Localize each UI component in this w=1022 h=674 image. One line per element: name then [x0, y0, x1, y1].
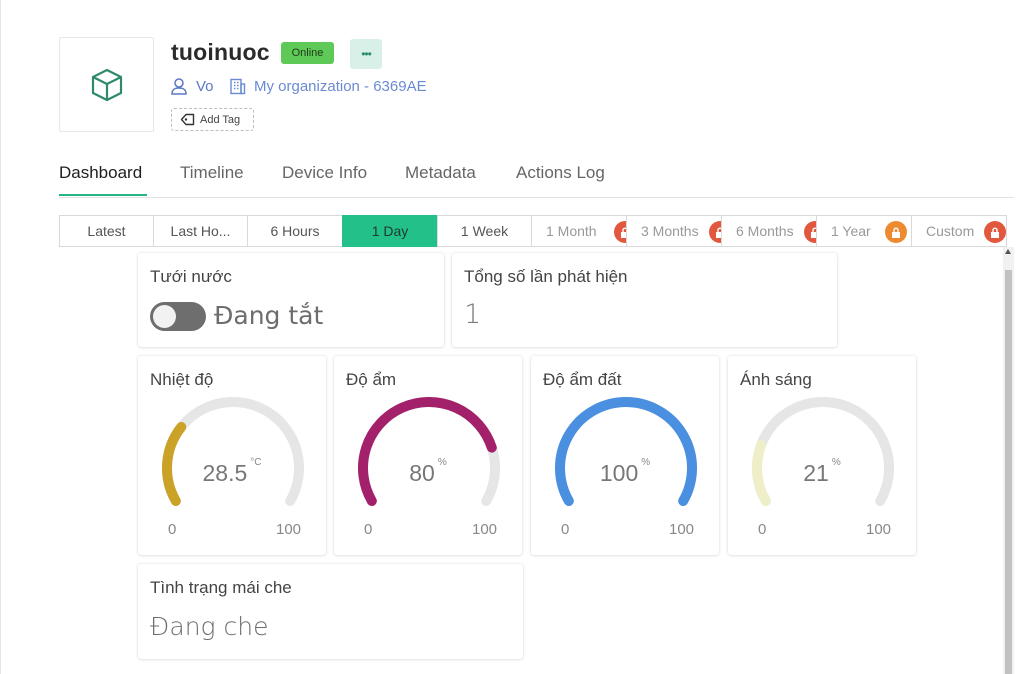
gauge-reading: 28.5 °C [138, 457, 326, 487]
range-label: Custom [926, 223, 975, 239]
range-label: 6 Months [736, 223, 794, 239]
tab-dashboard[interactable]: Dashboard [59, 163, 142, 183]
gauge-reading: 21% [728, 457, 916, 487]
widget-title: Tổng số lần phát hiện [464, 267, 628, 286]
tab-metadata[interactable]: Metadata [405, 163, 476, 183]
range-1-day[interactable]: 1 Day [342, 215, 438, 247]
soil-moisture-widget: Độ ẩm đất 100% 0 100 [531, 356, 719, 555]
left-border [0, 0, 1, 674]
range-1-week[interactable]: 1 Week [437, 215, 532, 247]
light-widget: Ánh sáng 21% 0 100 [728, 356, 916, 555]
detections-value: 1 [464, 299, 482, 330]
widget-title: Độ ẩm đất [543, 370, 622, 389]
range-label: 1 Week [460, 223, 509, 239]
temperature-widget: Nhiệt độ 28.5 °C 0 100 [138, 356, 326, 555]
tag-icon [180, 113, 195, 126]
gauge-max: 100 [472, 521, 498, 538]
gauge-unit: % [641, 457, 651, 468]
tab-device-info[interactable]: Device Info [282, 163, 367, 183]
gauge-value: 80 [409, 460, 435, 486]
range-6-hours[interactable]: 6 Hours [247, 215, 343, 247]
user-icon [171, 78, 187, 95]
gauge-reading: 100% [531, 457, 719, 487]
widget-title: Nhiệt độ [150, 370, 214, 389]
range-label: 1 Month [546, 223, 597, 239]
scrollbar-thumb[interactable] [1005, 270, 1012, 674]
gauge-value: 28.5 [202, 460, 248, 486]
gauge-unit: °C [250, 457, 262, 468]
status-badge: Online [281, 42, 334, 64]
tab-timeline[interactable]: Timeline [180, 163, 244, 183]
organization-name: My organization - 6369AE [254, 78, 427, 95]
range-3-months[interactable]: 3 Months [626, 215, 731, 247]
active-tab-indicator [59, 194, 147, 196]
owner-name: Vo [196, 78, 214, 95]
humidity-gauge [358, 397, 500, 506]
widget-title: Tưới nước [150, 267, 232, 286]
lock-icon [984, 221, 1006, 243]
gauge-max: 100 [276, 521, 302, 538]
building-icon [230, 78, 246, 95]
temperature-gauge [162, 397, 304, 506]
widget-title: Tình trạng mái che [150, 578, 292, 597]
gauge-reading: 80% [334, 457, 522, 487]
watering-widget: Tưới nước Đang tắt [138, 253, 444, 347]
gauge-max: 100 [866, 521, 892, 538]
cube-icon [91, 68, 122, 101]
organization-link[interactable]: My organization - 6369AE [229, 78, 427, 95]
toggle-knob [153, 305, 176, 328]
device-icon-box [59, 37, 154, 132]
add-tag-button[interactable]: Add Tag [171, 108, 254, 131]
gauge-value: 100 [599, 460, 639, 486]
range-1-month[interactable]: 1 Month [531, 215, 636, 247]
owner-link[interactable]: Vo [171, 78, 214, 95]
watering-toggle[interactable] [150, 302, 206, 331]
roof-status-widget: Tình trạng mái che Đang che [138, 564, 523, 659]
soil-moisture-gauge [555, 397, 697, 506]
range-1-year[interactable]: 1 Year [816, 215, 912, 247]
gauge-min: 0 [168, 521, 177, 538]
detections-widget: Tổng số lần phát hiện 1 [452, 253, 837, 347]
widget-title: Ánh sáng [740, 370, 812, 389]
gauge-unit: % [831, 457, 841, 468]
gauge-value: 21 [803, 460, 829, 486]
more-options-button[interactable]: ••• [350, 39, 382, 69]
watering-state: Đang tắt [214, 301, 324, 330]
range-last-hour[interactable]: Last Ho... [153, 215, 248, 247]
gauge-min: 0 [364, 521, 373, 538]
range-latest[interactable]: Latest [59, 215, 154, 247]
tab-actions-log[interactable]: Actions Log [516, 163, 605, 183]
lock-icon [885, 221, 907, 243]
add-tag-label: Add Tag [200, 113, 241, 126]
gauge-min: 0 [758, 521, 767, 538]
range-label: Latest [87, 223, 126, 239]
roof-status-value: Đang che [150, 612, 269, 641]
gauge-unit: % [437, 457, 447, 468]
range-custom[interactable]: Custom [911, 215, 1007, 247]
range-label: Last Ho... [170, 223, 231, 239]
time-range-selector: Latest Last Ho... 6 Hours 1 Day 1 Week 1… [59, 215, 1007, 247]
tab-bar: Dashboard Timeline Device Info Metadata … [59, 163, 1014, 198]
scroll-up-arrow-icon[interactable] [1005, 249, 1011, 254]
range-label: 6 Hours [270, 223, 320, 239]
humidity-widget: Độ ẩm 80% 0 100 [334, 356, 522, 555]
gauge-min: 0 [561, 521, 570, 538]
widget-title: Độ ẩm [346, 370, 397, 389]
range-label: 1 Day [371, 223, 409, 239]
range-6-months[interactable]: 6 Months [721, 215, 826, 247]
gauge-max: 100 [669, 521, 695, 538]
device-name: tuoinuoc [171, 39, 270, 65]
light-gauge [752, 397, 894, 506]
range-label: 1 Year [831, 223, 871, 239]
range-label: 3 Months [641, 223, 699, 239]
